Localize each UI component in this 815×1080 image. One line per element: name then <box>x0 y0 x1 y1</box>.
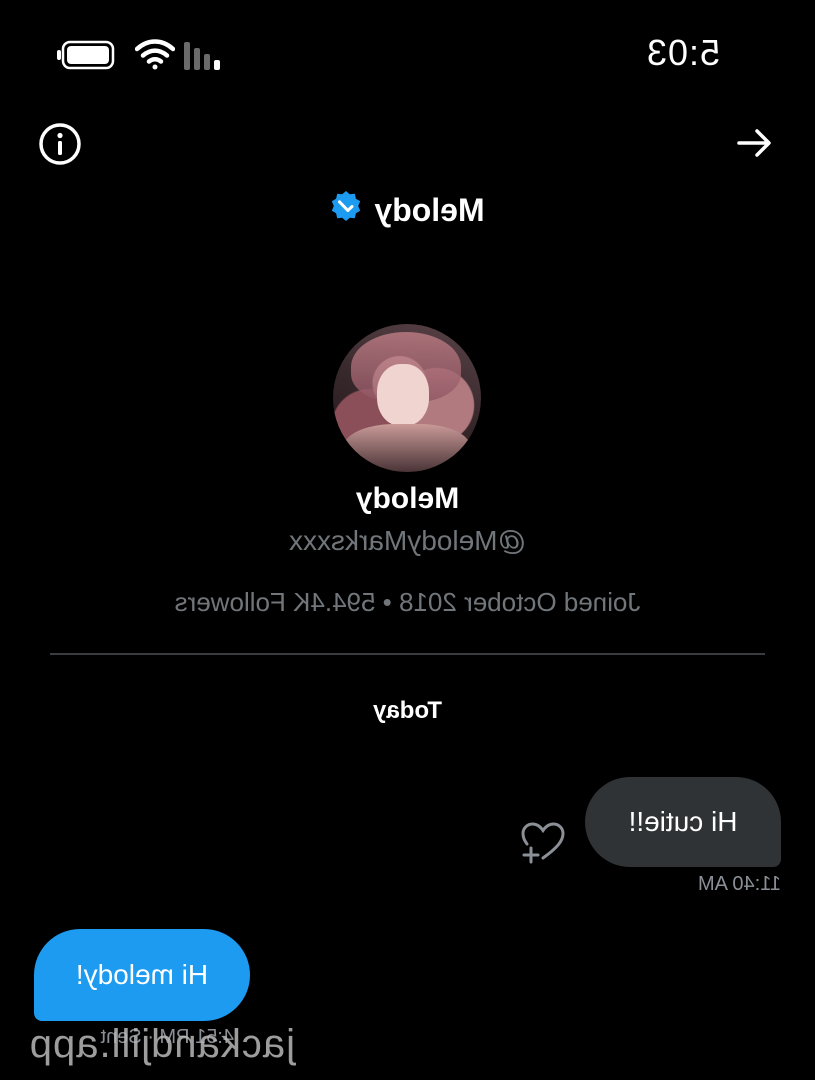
watermark-text: jackandjill.app <box>28 1022 295 1066</box>
verified-badge-icon <box>330 190 362 230</box>
signal-icon <box>178 42 220 75</box>
profile-handle: @MelodyMarksxxx <box>289 525 526 556</box>
dm-conversation-screen: 5:03 Melody Melody @MelodyMarksxxx Joine… <box>0 0 815 1080</box>
profile-avatar[interactable] <box>333 324 481 472</box>
info-icon[interactable] <box>38 122 82 171</box>
profile-meta: Joined October 2018 • 594.4K Followers <box>174 587 641 617</box>
date-separator: Today <box>373 697 442 724</box>
profile-name: Melody <box>355 482 460 515</box>
divider <box>50 653 765 655</box>
battery-icon <box>55 40 115 75</box>
incoming-message-text: Hi cutie!! <box>628 806 738 837</box>
incoming-message-time: 11:40 AM <box>697 873 781 895</box>
status-time: 5:03 <box>645 32 720 73</box>
conversation-title[interactable]: Melody <box>0 190 815 230</box>
header-name: Melody <box>374 191 485 228</box>
outgoing-message-text: Hi melody! <box>75 959 209 990</box>
outgoing-message-bubble[interactable]: Hi melody! <box>34 929 250 1021</box>
wifi-icon <box>134 38 176 75</box>
incoming-message-bubble[interactable]: Hi cutie!! <box>585 777 781 867</box>
arrow-left-icon[interactable] <box>733 122 775 169</box>
add-reaction-icon[interactable] <box>519 820 567 869</box>
